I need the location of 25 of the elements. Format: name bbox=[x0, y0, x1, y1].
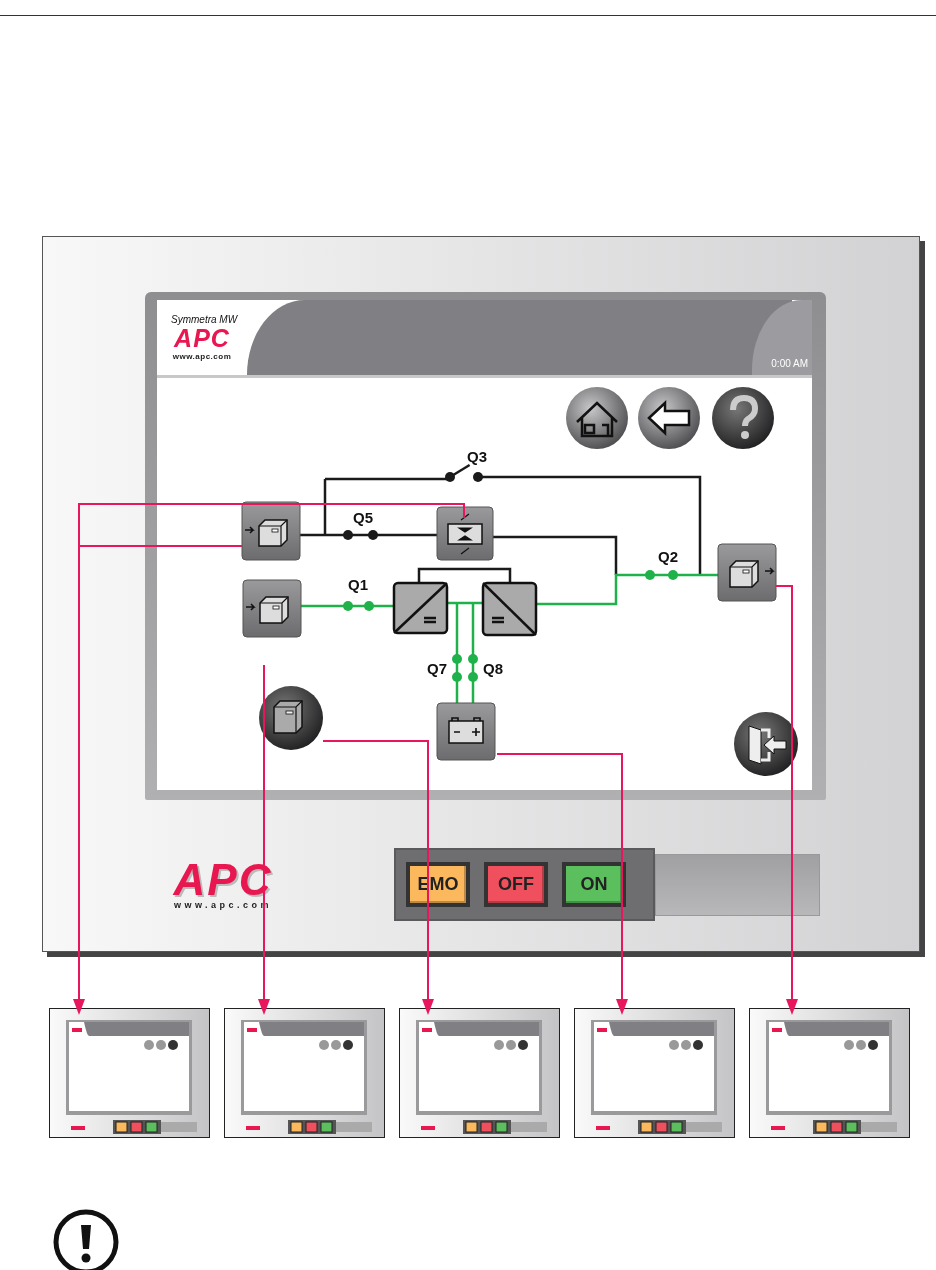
product-name: Symmetra MW bbox=[171, 314, 238, 325]
back-button[interactable] bbox=[638, 387, 700, 449]
notice-icon bbox=[52, 1208, 120, 1270]
website-url: www.apc.com bbox=[172, 352, 232, 361]
battery-button[interactable] bbox=[436, 702, 496, 761]
help-button[interactable] bbox=[712, 387, 774, 449]
panel-button[interactable]: OFF bbox=[484, 862, 548, 907]
switch-label: Q3 bbox=[467, 448, 487, 465]
output-module-button[interactable] bbox=[717, 543, 777, 602]
converter-symbol bbox=[481, 581, 538, 637]
exit-button[interactable] bbox=[734, 712, 798, 776]
panel-button[interactable]: ON bbox=[562, 862, 626, 907]
switch-label: Q5 bbox=[353, 509, 373, 526]
switch-label: Q8 bbox=[483, 660, 503, 677]
cabinet-button[interactable] bbox=[259, 686, 323, 750]
input-module-button[interactable] bbox=[242, 579, 302, 638]
switch-label: Q1 bbox=[348, 576, 368, 593]
converter-symbol bbox=[392, 581, 449, 635]
input-module-button[interactable] bbox=[241, 501, 301, 561]
static-switch-button[interactable] bbox=[436, 506, 494, 561]
clock-time: 0:00 AM bbox=[771, 358, 808, 369]
switch-label: Q2 bbox=[658, 548, 678, 565]
switch-label: Q7 bbox=[427, 660, 447, 677]
home-button[interactable] bbox=[566, 387, 628, 449]
logo: APC bbox=[174, 326, 230, 351]
